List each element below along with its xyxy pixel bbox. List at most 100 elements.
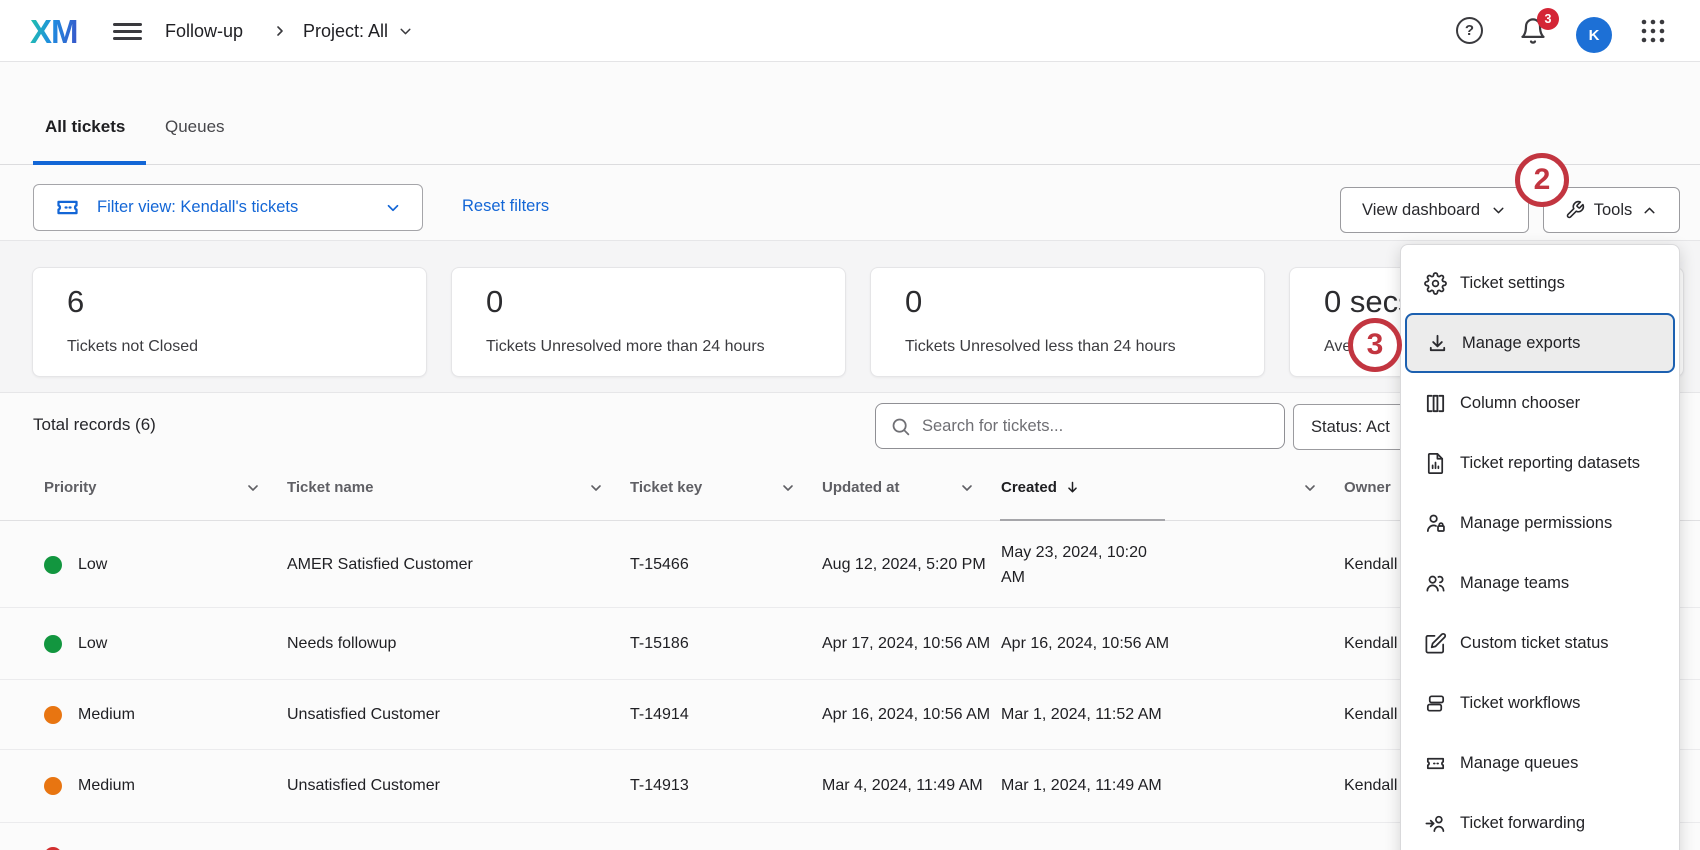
avatar[interactable]: K — [1576, 17, 1612, 53]
chevron-down-icon[interactable] — [780, 480, 796, 496]
menu-item-ticket-workflows[interactable]: Ticket workflows — [1401, 673, 1679, 733]
annotation-number: 2 — [1534, 163, 1551, 197]
chevron-down-icon[interactable] — [588, 480, 604, 496]
column-header-ticket-name[interactable]: Ticket name — [287, 479, 630, 496]
priority-dot — [44, 635, 62, 653]
menu-item-manage-queues[interactable]: Manage queues — [1401, 733, 1679, 793]
ticket-key: T-15186 — [630, 635, 822, 653]
active-tab-underline — [33, 161, 146, 165]
chevron-down-icon[interactable] — [245, 480, 261, 496]
app-grid-icon[interactable] — [1639, 17, 1667, 45]
columns-icon — [1424, 392, 1447, 415]
menu-item-ticket-forwarding[interactable]: Ticket forwarding — [1401, 793, 1679, 850]
chevron-up-icon — [1641, 202, 1658, 219]
reset-filters-link[interactable]: Reset filters — [462, 197, 549, 216]
chevron-down-icon — [384, 199, 402, 217]
top-navigation-bar: XM Follow-up Project: All ? 3 K — [0, 0, 1700, 62]
stat-card-unresolved-less-24h: 0 Tickets Unresolved less than 24 hours — [870, 267, 1265, 377]
view-dashboard-button[interactable]: View dashboard — [1340, 187, 1529, 233]
stat-value: 6 — [67, 284, 84, 320]
created-at: Mar 1, 2024, 11:49 AM — [1001, 777, 1344, 795]
annotation-number: 3 — [1367, 328, 1384, 362]
ticket-search[interactable] — [875, 403, 1285, 449]
menu-item-label: Manage exports — [1462, 334, 1580, 353]
menu-item-manage-permissions[interactable]: Manage permissions — [1401, 493, 1679, 553]
column-header-created[interactable]: Created — [1001, 479, 1344, 496]
workflow-icon — [1424, 692, 1447, 715]
stat-value: 0 — [486, 284, 503, 320]
menu-item-label: Ticket workflows — [1460, 694, 1580, 713]
column-label: Ticket name — [287, 479, 373, 496]
chevron-down-icon — [1490, 202, 1507, 219]
tab-queues[interactable]: Queues — [165, 117, 225, 137]
column-header-updated-at[interactable]: Updated at — [822, 479, 1001, 496]
menu-item-label: Ticket forwarding — [1460, 814, 1585, 833]
menu-item-ticket-settings[interactable]: Ticket settings — [1401, 253, 1679, 313]
breadcrumb-project-dropdown[interactable]: Project: All — [303, 0, 414, 62]
chevron-down-icon — [397, 23, 414, 40]
created-at: Mar 1, 2024, 11:52 AM — [1001, 706, 1344, 724]
menu-item-label: Ticket reporting datasets — [1460, 454, 1640, 473]
ticket-name: AMER Satisfied Customer — [287, 556, 630, 574]
menu-item-label: Manage teams — [1460, 574, 1569, 593]
ticket-name: Needs followup — [287, 635, 630, 653]
chevron-down-icon[interactable] — [1302, 480, 1318, 496]
hamburger-menu-icon[interactable] — [113, 23, 142, 40]
person-lock-icon — [1424, 512, 1447, 535]
ticket-key: T-15466 — [630, 556, 822, 574]
filter-view-dropdown[interactable]: Filter view: Kendall's tickets — [33, 184, 423, 231]
search-input[interactable] — [922, 417, 1270, 436]
tools-label: Tools — [1594, 201, 1633, 220]
annotation-step-3: 3 — [1348, 318, 1402, 372]
menu-item-ticket-reporting-datasets[interactable]: Ticket reporting datasets — [1401, 433, 1679, 493]
filter-view-label: Filter view: Kendall's tickets — [97, 198, 298, 217]
forward-person-icon — [1424, 812, 1447, 835]
menu-item-label: Manage queues — [1460, 754, 1578, 773]
stat-label: Tickets not Closed — [67, 338, 198, 356]
xm-logo[interactable]: XM — [30, 13, 78, 51]
ticket-name: Unsatisfied Customer — [287, 706, 630, 724]
column-header-priority[interactable]: Priority — [44, 479, 287, 496]
view-dashboard-label: View dashboard — [1362, 201, 1480, 220]
people-icon — [1424, 572, 1447, 595]
priority-dot — [44, 706, 62, 724]
chevron-down-icon[interactable] — [959, 480, 975, 496]
column-label: Updated at — [822, 479, 900, 496]
gear-icon — [1424, 272, 1447, 295]
column-header-ticket-key[interactable]: Ticket key — [630, 479, 822, 496]
status-filter-label: Status: Act — [1311, 418, 1390, 437]
tab-all-tickets[interactable]: All tickets — [45, 117, 125, 137]
updated-at: Apr 16, 2024, 10:56 AM — [822, 706, 1001, 724]
menu-item-label: Column chooser — [1460, 394, 1580, 413]
menu-item-label: Ticket settings — [1460, 274, 1565, 293]
created-at: May 23, 2024, 10:20 AM — [1001, 540, 1153, 590]
updated-at: Apr 17, 2024, 10:56 AM — [822, 635, 1001, 653]
tools-dropdown-menu: Ticket settings Manage exports Column ch… — [1400, 244, 1680, 850]
tabs-divider — [0, 164, 1700, 165]
menu-item-manage-exports[interactable]: Manage exports — [1405, 313, 1675, 373]
annotation-step-2: 2 — [1515, 153, 1569, 207]
chevron-right-icon — [272, 0, 288, 62]
stat-card-unresolved-more-24h: 0 Tickets Unresolved more than 24 hours — [451, 267, 846, 377]
column-label: Owner — [1344, 479, 1391, 496]
menu-item-label: Custom ticket status — [1460, 634, 1609, 653]
priority-dot — [44, 556, 62, 574]
stat-label: Tickets Unresolved more than 24 hours — [486, 338, 765, 356]
menu-item-column-chooser[interactable]: Column chooser — [1401, 373, 1679, 433]
report-document-icon — [1424, 452, 1447, 475]
sorted-column-underline — [1000, 519, 1165, 521]
tickets-page: XM Follow-up Project: All ? 3 K All tick… — [0, 0, 1700, 850]
sort-desc-icon — [1064, 479, 1081, 496]
total-records-label: Total records (6) — [33, 415, 156, 435]
menu-item-custom-ticket-status[interactable]: Custom ticket status — [1401, 613, 1679, 673]
updated-at: Aug 12, 2024, 5:20 PM — [822, 556, 1001, 574]
column-label: Ticket key — [630, 479, 702, 496]
priority-value: Medium — [78, 706, 135, 724]
edit-square-icon — [1424, 632, 1447, 655]
column-label: Priority — [44, 479, 97, 496]
created-at: Apr 16, 2024, 10:56 AM — [1001, 635, 1344, 653]
menu-item-manage-teams[interactable]: Manage teams — [1401, 553, 1679, 613]
stat-label: Tickets Unresolved less than 24 hours — [905, 338, 1176, 356]
help-icon[interactable]: ? — [1456, 17, 1483, 44]
breadcrumb-section[interactable]: Follow-up — [165, 0, 243, 62]
